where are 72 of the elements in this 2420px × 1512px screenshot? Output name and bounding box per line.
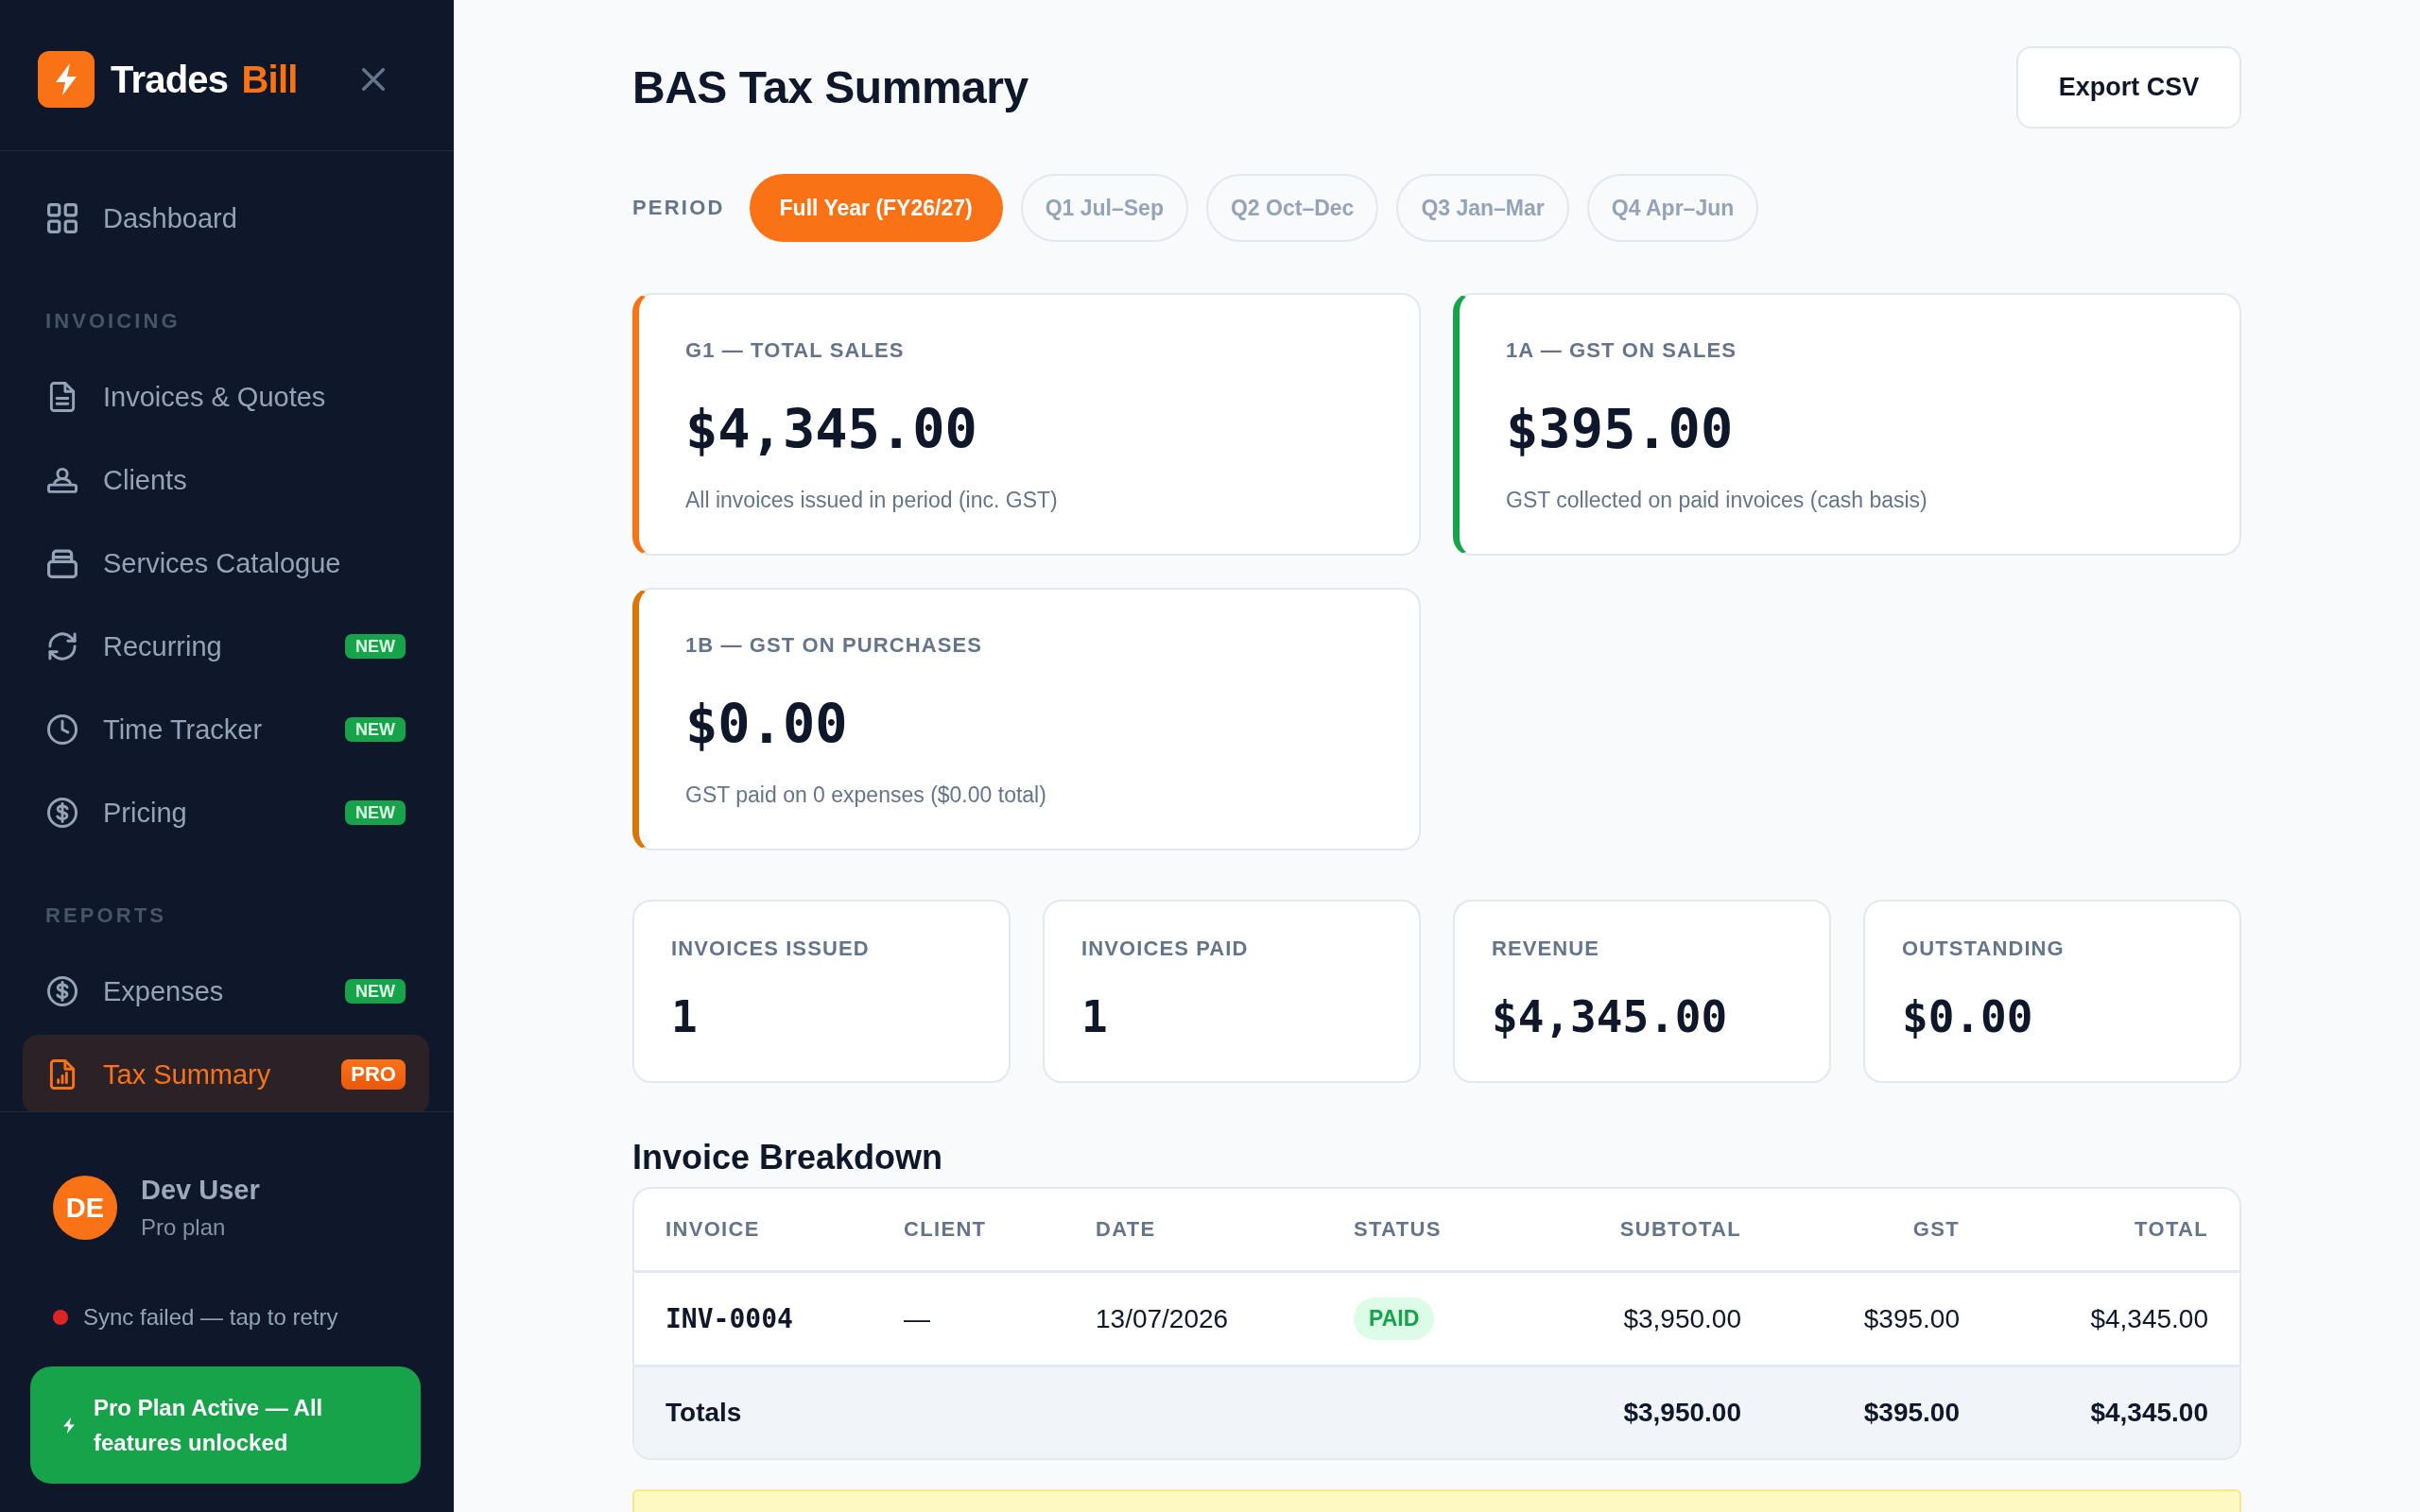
column-header: CLIENT: [903, 1217, 988, 1242]
card-note: GST collected on paid invoices (cash basis): [1506, 487, 1928, 514]
stat-value: $4,345.00: [1492, 990, 1729, 1043]
section-title: Invoice Breakdown: [632, 1137, 944, 1178]
stat-label: INVOICES ISSUED: [671, 936, 871, 962]
stat-value: $0.00: [1902, 990, 2034, 1043]
nav-item[interactable]: Clients: [23, 440, 429, 520]
table-cell-text: $3,950.00: [1622, 1303, 1742, 1334]
card-value: $4,345.00: [685, 397, 978, 461]
totals-label: Totals: [665, 1398, 743, 1428]
clock-icon: [47, 714, 78, 745]
nav-item[interactable]: Dashboard: [23, 179, 429, 258]
brand-name: Trades Bill: [111, 57, 298, 102]
table-cell-text: —: [903, 1303, 931, 1334]
stat-label: INVOICES PAID: [1081, 936, 1250, 962]
nav-item[interactable]: Recurring NEW: [23, 607, 429, 686]
pro-badge: PRO: [341, 1059, 406, 1090]
total-cell-text: $395.00: [1862, 1398, 1961, 1428]
lightning-logo-icon: [38, 50, 95, 108]
dollar-icon: [47, 798, 78, 828]
page-title: BAS Tax Summary: [632, 60, 1028, 114]
user-avatar: DE: [53, 1176, 117, 1240]
column-header: STATUS: [1353, 1217, 1443, 1242]
section-heading: REPORTS: [45, 902, 167, 929]
nav-item[interactable]: Services Catalogue: [23, 524, 429, 603]
table-cell-text: $395.00: [1862, 1303, 1961, 1334]
new-badge: NEW: [345, 634, 406, 659]
total-cell-text: $4,345.00: [2089, 1398, 2209, 1428]
document-icon: [47, 382, 78, 412]
column-header: DATE: [1095, 1217, 1157, 1242]
column-header: TOTAL: [2134, 1217, 2209, 1242]
close-icon[interactable]: [362, 67, 385, 91]
card-label: 1B — GST ON PURCHASES: [685, 632, 984, 659]
nav-item[interactable]: Invoices & Quotes: [23, 357, 429, 437]
person-icon: [47, 465, 78, 495]
user-plan: Pro plan: [141, 1213, 227, 1242]
card-value: $395.00: [1506, 397, 1735, 461]
nav-item[interactable]: Time Tracker NEW: [23, 690, 429, 769]
nav-item[interactable]: Pricing NEW: [23, 773, 429, 852]
card-label: 1A — GST ON SALES: [1506, 337, 1738, 364]
refresh-icon: [47, 631, 78, 662]
total-cell-text: $3,950.00: [1622, 1398, 1742, 1428]
new-badge: NEW: [345, 717, 406, 742]
chart-document-icon: [47, 1059, 78, 1090]
card-label: G1 — TOTAL SALES: [685, 337, 906, 364]
card-value: $0.00: [685, 692, 849, 756]
lightning-icon: [63, 1417, 76, 1434]
table-cell-text: $4,345.00: [2089, 1303, 2209, 1334]
dollar-icon: [47, 976, 78, 1006]
table-cell-text: 13/07/2026: [1095, 1303, 1230, 1334]
column-header: GST: [1911, 1217, 1961, 1242]
new-badge: NEW: [345, 979, 406, 1004]
nav-item[interactable]: Tax Summary PRO: [23, 1035, 429, 1111]
section-heading: INVOICING: [45, 308, 182, 335]
card-note: GST paid on 0 expenses ($0.00 total): [685, 782, 1047, 809]
grid-icon: [47, 203, 78, 233]
stat-value: 1: [1081, 990, 1109, 1043]
stat-value: 1: [671, 990, 699, 1043]
card-note: All invoices issued in period (inc. GST): [685, 487, 1059, 514]
stat-label: OUTSTANDING: [1902, 936, 2066, 962]
sync-status-link[interactable]: Sync failed — tap to retry: [83, 1303, 338, 1332]
user-name: Dev User: [141, 1174, 260, 1207]
column-header: INVOICE: [665, 1217, 761, 1242]
status-badge: PAID: [1354, 1297, 1435, 1340]
new-badge: NEW: [345, 800, 406, 825]
export-csv-button[interactable]: Export CSV: [2016, 46, 2241, 129]
stat-label: REVENUE: [1492, 936, 1601, 962]
nav-item[interactable]: Expenses NEW: [23, 952, 429, 1031]
period-label: PERIOD: [632, 196, 725, 220]
box-icon: [47, 548, 78, 578]
table-cell-text: INV-0004: [665, 1303, 794, 1334]
column-header: SUBTOTAL: [1618, 1217, 1742, 1242]
